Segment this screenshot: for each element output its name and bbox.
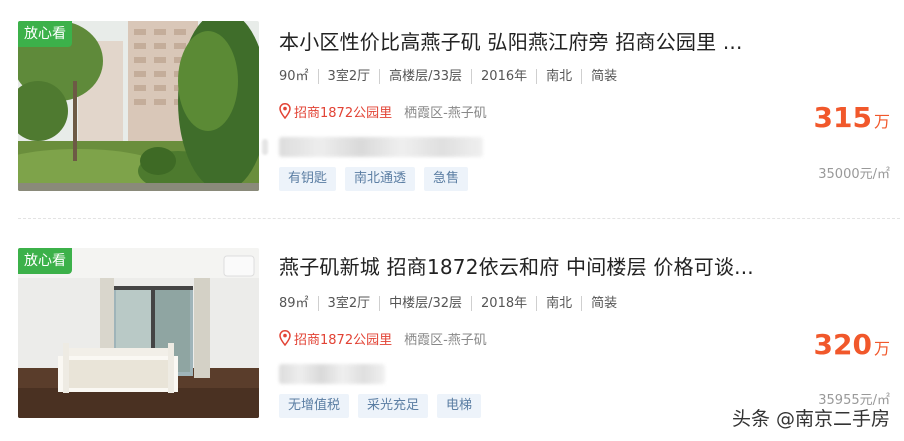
- total-price: 320 万: [814, 328, 890, 361]
- listing-title[interactable]: 本小区性价比高燕子矶 弘阳燕江府旁 招商公园里 ...: [279, 26, 743, 55]
- divider: [18, 218, 900, 219]
- community-link[interactable]: 招商1872公园里: [294, 329, 392, 348]
- area: 90㎡: [279, 68, 309, 84]
- listing-title[interactable]: 燕子矶新城 招商1872依云和府 中间楼层 价格可谈...: [279, 251, 754, 280]
- tag-list: 无增值税 采光充足 电梯: [279, 394, 482, 418]
- tag: 急售: [424, 167, 469, 191]
- layout: 3室2厅: [317, 295, 380, 311]
- map-pin-icon: [279, 103, 291, 119]
- map-pin-icon: [279, 330, 291, 346]
- tag: 电梯: [437, 394, 482, 418]
- tag: 有钥匙: [279, 167, 337, 191]
- listing-photo[interactable]: 放心看: [18, 21, 259, 191]
- floor: 中楼层/32层: [379, 295, 471, 311]
- redacted-agent-info: [279, 137, 483, 157]
- tag: 南北通透: [345, 167, 416, 191]
- total-price: 315 万: [814, 101, 890, 134]
- tag: 采光充足: [358, 394, 429, 418]
- district-link[interactable]: 栖霞区-燕子矶: [404, 329, 487, 348]
- tag: 无增值税: [279, 394, 350, 418]
- price-unit: 万: [873, 339, 890, 358]
- orientation: 南北: [536, 295, 581, 311]
- listing-location: 招商1872公园里 栖霞区-燕子矶: [279, 102, 487, 121]
- listing-photo[interactable]: 放心看: [18, 248, 259, 418]
- listing-card[interactable]: 放心看 本小区性价比高燕子矶 弘阳燕江府旁 招商公园里 ... 90㎡ 3室2厅…: [0, 0, 904, 200]
- listing-specs: 90㎡ 3室2厅 高楼层/33层 2016年 南北 简装: [279, 67, 626, 85]
- verified-badge: 放心看: [18, 21, 72, 47]
- decoration: 简装: [581, 295, 626, 311]
- listing-specs: 89㎡ 3室2厅 中楼层/32层 2018年 南北 简装: [279, 294, 626, 312]
- year-built: 2016年: [471, 68, 536, 84]
- decoration: 简装: [581, 68, 626, 84]
- district-link[interactable]: 栖霞区-燕子矶: [404, 102, 487, 121]
- redacted-mark: [262, 139, 268, 155]
- area: 89㎡: [279, 295, 309, 311]
- verified-badge: 放心看: [18, 248, 72, 274]
- watermark: 头条 @南京二手房: [731, 408, 890, 430]
- orientation: 南北: [536, 68, 581, 84]
- year-built: 2018年: [471, 295, 536, 311]
- price-value: 315: [813, 101, 872, 134]
- floor: 高楼层/33层: [379, 68, 471, 84]
- community-link[interactable]: 招商1872公园里: [294, 102, 392, 121]
- layout: 3室2厅: [317, 68, 380, 84]
- unit-price: 35000元/㎡: [818, 167, 890, 182]
- listing-card[interactable]: 放心看 燕子矶新城 招商1872依云和府 中间楼层 价格可谈... 89㎡ 3室…: [0, 226, 904, 426]
- redacted-agent-info: [279, 364, 385, 384]
- listing-location: 招商1872公园里 栖霞区-燕子矶: [279, 329, 487, 348]
- price-value: 320: [813, 328, 872, 361]
- price-unit: 万: [873, 112, 890, 131]
- tag-list: 有钥匙 南北通透 急售: [279, 167, 469, 191]
